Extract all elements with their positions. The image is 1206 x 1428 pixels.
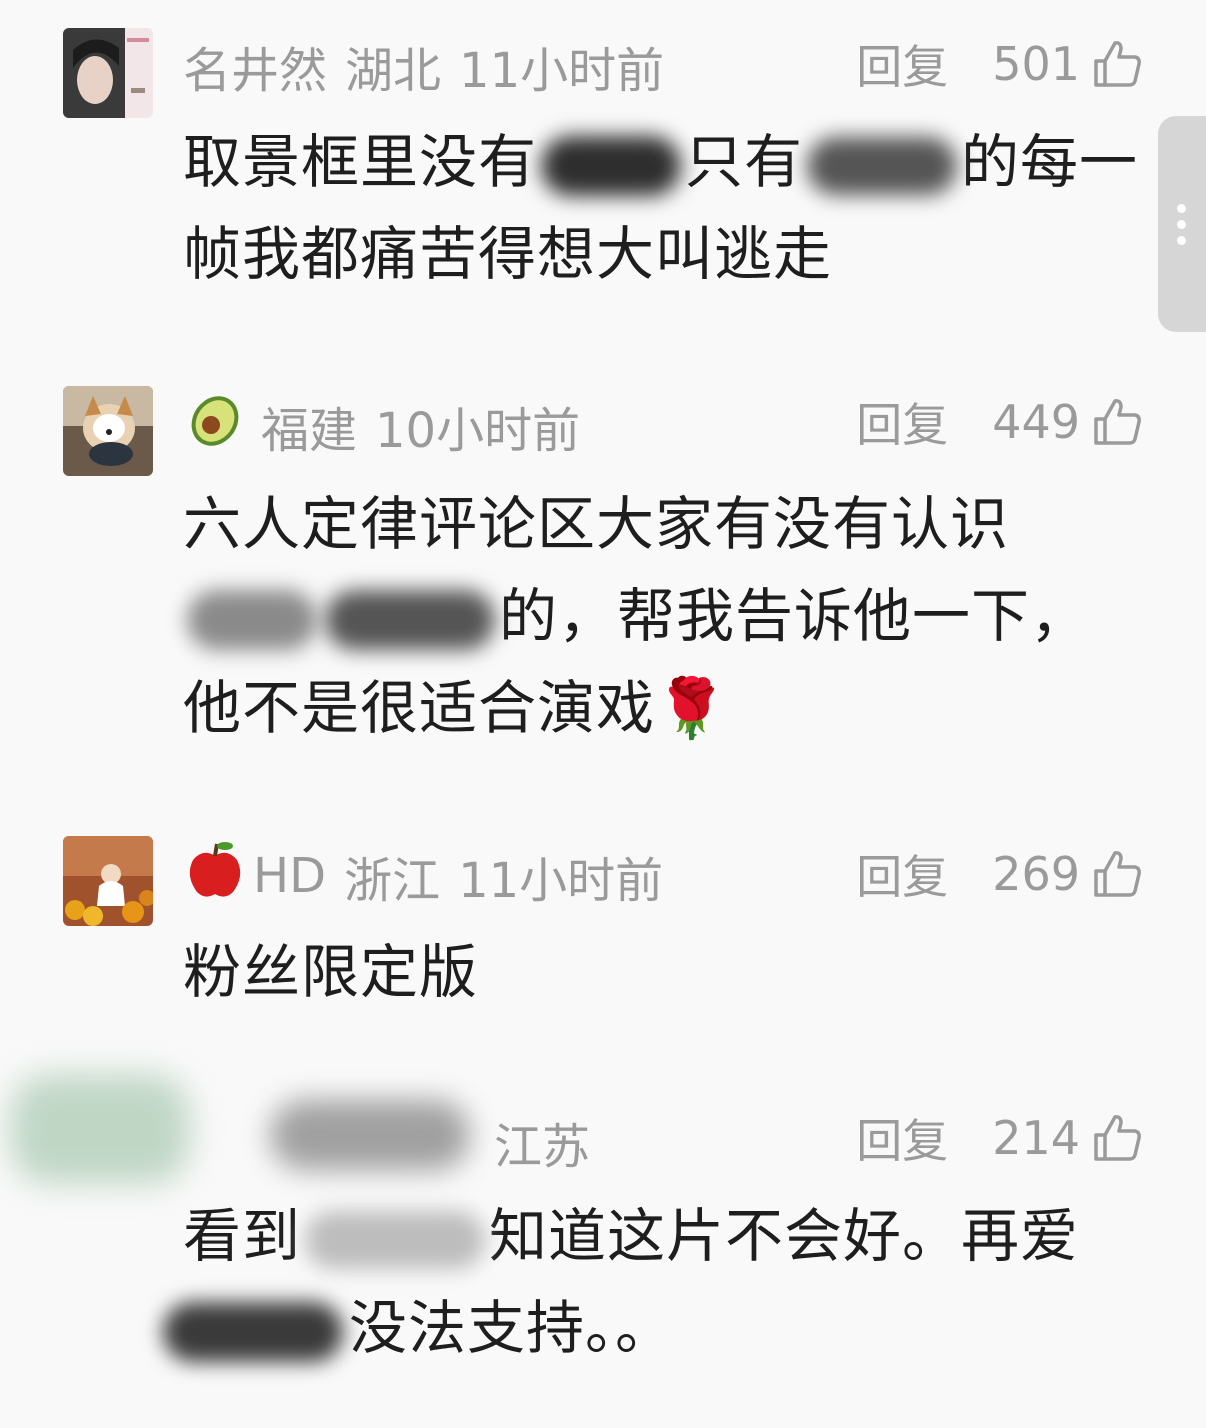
location: 浙江 [344,853,441,909]
thumbs-up-icon[interactable] [1090,37,1144,91]
timestamp: 11小时前 [459,43,665,99]
like-count: 501 [992,37,1080,91]
comment-text-part: 没法支持。。 [349,1294,675,1362]
comment-actions: 回复 269 [856,844,1144,904]
comment-meta: 福建 10小时前 [183,396,580,459]
thumbs-up-icon[interactable] [1090,847,1144,901]
comment-text: 六人定律评论区大家有没有认识的，帮我告诉他一下，他不是很适合演戏🌹 [183,478,1143,754]
avatar-image [63,836,153,926]
apple-emoji [183,838,247,914]
comment-text-part: 知道这片不会好。再爱 [489,1202,1080,1270]
side-panel-handle[interactable] [1158,116,1206,332]
comment-meta: 江苏 [494,1112,590,1175]
redacted-blur [187,589,317,650]
redacted-blur [325,589,495,650]
avatar[interactable] [63,386,153,476]
redacted-username-blur [270,1100,470,1170]
username[interactable]: HD [253,848,326,904]
reply-button[interactable]: 回复 [856,31,948,97]
comment-actions: 回复 501 [856,34,1144,94]
avocado-emoji [183,391,247,461]
comment-text-part: 的，帮我告诉他一下，他不是很适合演戏 [183,582,1090,742]
comment-text-part: 只有 [685,128,804,196]
more-dots-icon [1177,204,1187,252]
comment-text-part: 六人定律评论区大家有没有认识 [183,490,1010,558]
comment-text-part: 取景框里没有 [183,128,538,196]
username[interactable]: 名井然 [183,31,327,101]
redacted-blur [807,136,958,195]
thumbs-up-icon[interactable] [1090,1111,1144,1165]
like-count: 449 [992,395,1080,449]
comment-text-part: 粉丝限定版 [183,938,479,1006]
comment-meta: HD 浙江 11小时前 [183,842,663,909]
redacted-blur [305,1210,486,1269]
location: 福建 [261,403,358,459]
like-count: 214 [992,1111,1080,1165]
reply-button[interactable]: 回复 [856,389,948,455]
avocado-icon [191,396,239,446]
redacted-avatar-blur [10,1074,190,1184]
thumbs-up-icon[interactable] [1090,395,1144,449]
avatar[interactable] [63,836,153,926]
timestamp: 10小时前 [375,403,581,459]
avatar[interactable] [63,28,153,118]
comment-text: 看到 知道这片不会好。再爱没法支持。。 [163,1190,1143,1374]
timestamp: 11小时前 [458,853,664,909]
comment-text: 取景框里没有 只有 的每一帧我都痛苦得想大叫逃走 [183,116,1143,300]
rose-emoji: 🌹 [655,674,729,742]
reply-button[interactable]: 回复 [856,1105,948,1171]
comment-meta: 名井然 湖北 11小时前 [183,36,664,99]
reply-button[interactable]: 回复 [856,841,948,907]
apple-icon [189,842,241,897]
avatar-image [63,386,153,476]
like-count: 269 [992,847,1080,901]
comment-text-part: 看到 [183,1202,302,1270]
avatar-image [63,28,153,118]
comment-actions: 回复 214 [856,1108,1144,1168]
comment-text: 粉丝限定版 [183,926,1143,1018]
comment-actions: 回复 449 [856,392,1144,452]
redacted-blur [163,1301,343,1362]
location: 湖北 [345,43,442,99]
location: 江苏 [494,1119,591,1175]
redacted-blur [541,135,682,196]
